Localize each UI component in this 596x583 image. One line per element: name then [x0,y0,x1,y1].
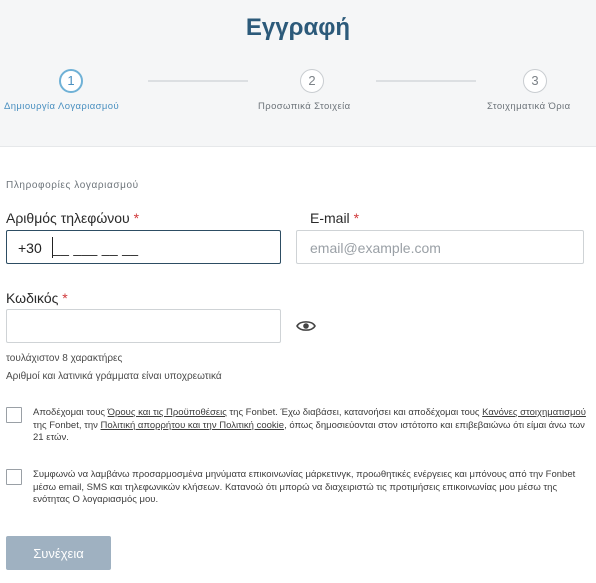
password-hint-length: τουλάχιστον 8 χαρακτήρες [6,353,123,364]
phone-label-text: Αριθμός τηλεφώνου [6,210,130,226]
required-mark: * [133,210,140,226]
show-password-eye-icon[interactable] [296,319,316,333]
terms-consent-text: Αποδέχομαι τους Όρους και τις Προϋποθέσε… [33,407,586,445]
required-mark: * [353,210,360,226]
step-2-label: Προσωπικά Στοιχεία [258,101,351,112]
password-label-text: Κωδικός [6,290,59,306]
step-1-indicator: 1 [59,69,83,93]
step-2-indicator: 2 [300,69,324,93]
email-input[interactable]: email@example.com [296,230,584,264]
marketing-checkbox[interactable] [6,469,22,485]
required-mark: * [62,290,68,306]
registration-header: Εγγραφή 1 2 3 Δημιουργία Λογαριασμού Προ… [0,0,596,147]
step-1-label: Δημιουργία Λογαριασμού [4,101,120,112]
password-hint-chars: Αριθμοί και λατινικά γράμματα είναι υποχ… [6,371,222,382]
page-title: Εγγραφή [245,14,351,41]
email-label: E-mail * [310,210,359,226]
phone-input[interactable]: +30 __ ___ __ __ [6,230,281,264]
terms-checkbox[interactable] [6,407,22,423]
phone-label: Αριθμός τηλεφώνου * [6,210,139,226]
privacy-cookie-policy-link[interactable]: Πολιτική απορρήτου και την Πολιτική cook… [101,420,285,431]
password-input[interactable] [6,309,281,343]
step-connector-2 [376,80,476,82]
phone-prefix: +30 [18,240,42,256]
password-label: Κωδικός * [6,290,68,306]
continue-button[interactable]: Συνέχεια [6,536,111,570]
terms-text-3: της Fonbet, την [33,419,101,431]
email-label-text: E-mail [310,210,350,226]
step-3-indicator: 3 [523,69,547,93]
terms-text-1: Αποδέχομαι τους [33,407,108,418]
terms-text-2: της Fonbet. Έχω διαβάσει, κατανοήσει και… [226,407,483,418]
marketing-consent-text: Συμφωνώ να λαμβάνω προσαρμοσμένα μηνύματ… [33,469,576,505]
betting-rules-link[interactable]: Κανόνες στοιχηματισμού [482,407,586,418]
section-title: Πληροφορίες λογαριασμού [6,180,139,191]
step-connector-1 [148,80,248,82]
terms-conditions-link[interactable]: Όρους και τις Προϋποθέσεις [108,407,227,418]
email-placeholder: email@example.com [310,240,441,256]
step-3-label: Στοιχηματικά Όρια [487,101,571,112]
phone-mask: __ ___ __ __ [53,240,139,256]
